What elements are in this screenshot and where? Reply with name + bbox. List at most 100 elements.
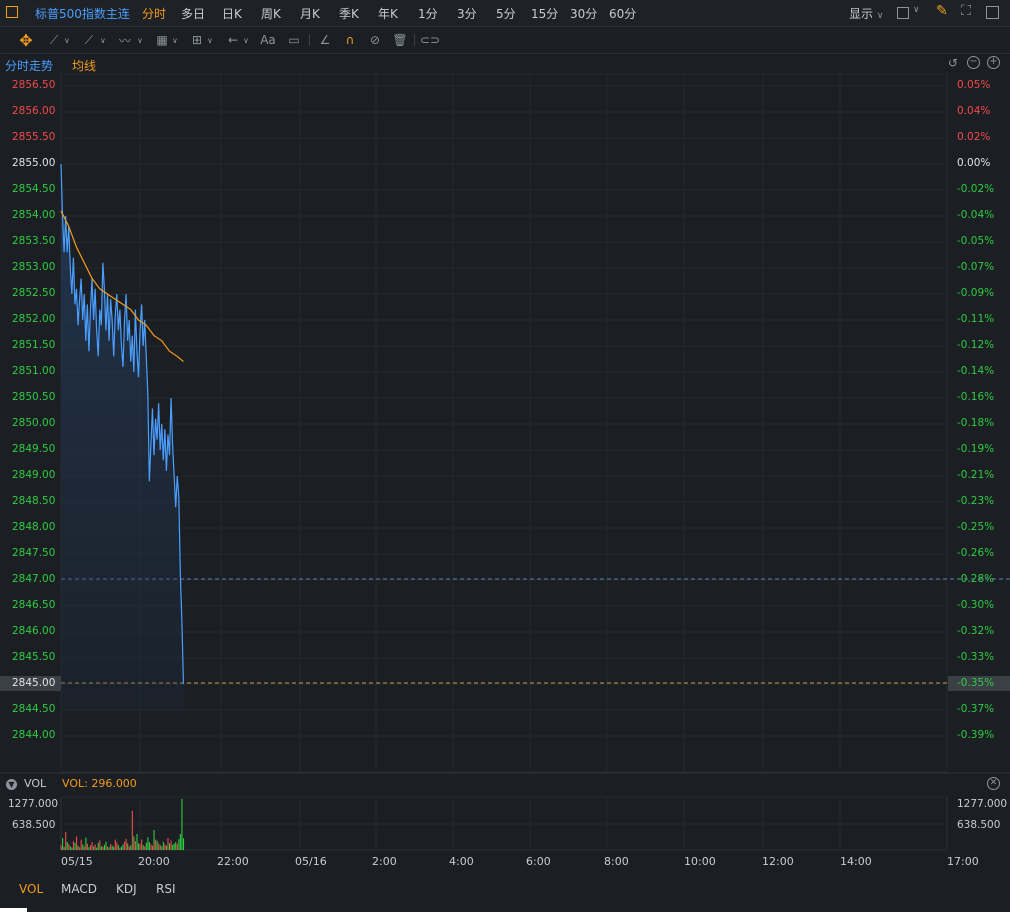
fullscreen-icon[interactable]: ⛶ — [961, 3, 971, 19]
wave-tool-icon[interactable]: 〰 — [116, 31, 134, 49]
volume-bar — [181, 799, 183, 850]
price-tick-label: 2850.50 — [12, 391, 56, 403]
price-tick-label: 2856.50 — [12, 79, 56, 91]
note-tool-icon[interactable]: ▭ — [285, 31, 303, 49]
arrow-tool-icon[interactable]: ← — [224, 31, 242, 49]
chevron-down-icon[interactable]: ∨ — [137, 36, 143, 45]
hide-icon[interactable]: ⊘ — [366, 31, 384, 49]
window-icon[interactable] — [986, 6, 999, 19]
volume-bar — [151, 845, 154, 850]
chevron-down-icon[interactable]: ∨ — [243, 36, 249, 45]
period-tab-3min[interactable]: 3分 — [457, 5, 477, 22]
vol-value: VOL: 296.000 — [62, 777, 137, 790]
period-tab-30min[interactable]: 30分 — [570, 5, 597, 22]
measure-tool-icon[interactable]: ▦ — [153, 31, 171, 49]
volume-bar — [65, 832, 67, 850]
volume-bar — [176, 844, 178, 850]
volume-bar — [159, 845, 161, 850]
fib-tool-icon[interactable]: ⊞ — [188, 31, 206, 49]
volume-bar — [158, 843, 160, 850]
period-tab-week[interactable]: 周K — [261, 5, 281, 22]
percent-tick-label: 0.02% — [957, 131, 991, 143]
zoom-out-icon[interactable]: − — [967, 56, 980, 69]
tab-macd[interactable]: MACD — [61, 882, 97, 896]
chevron-down-icon[interactable]: ∨ — [207, 36, 213, 45]
pencil-icon[interactable]: ✎ — [936, 3, 948, 19]
line-tool-icon[interactable]: ⟋ — [45, 31, 63, 49]
volume-bar — [150, 844, 152, 850]
volume-bar — [62, 838, 64, 850]
bottom-indicator — [0, 908, 27, 912]
chevron-down-icon[interactable]: ∨ — [913, 5, 920, 15]
chart-frame — [60, 73, 948, 773]
period-tab-15min[interactable]: 15分 — [531, 5, 558, 22]
volume-bar — [172, 844, 174, 850]
period-tab-60min[interactable]: 60分 — [609, 5, 636, 22]
volume-bar — [165, 845, 167, 850]
time-tick-label: 17:00 — [947, 855, 979, 868]
mode-label[interactable]: 分时走势 — [5, 57, 53, 74]
volume-bar — [97, 842, 99, 850]
percent-tick-label: 0.05% — [957, 79, 991, 91]
tab-rsi[interactable]: RSI — [156, 882, 176, 896]
price-tick-label: 2853.50 — [12, 235, 56, 247]
period-tab-month[interactable]: 月K — [300, 5, 320, 22]
chevron-down-icon[interactable]: ∨ — [64, 36, 70, 45]
tab-kdj[interactable]: KDJ — [116, 882, 137, 896]
layout-box-icon[interactable] — [897, 7, 909, 19]
period-tab-multiday[interactable]: 多日 — [181, 5, 205, 22]
time-tick-label: 10:00 — [684, 855, 716, 868]
collapse-icon[interactable]: ▼ — [6, 779, 17, 790]
volume-bar — [76, 836, 78, 850]
close-icon[interactable]: ✕ — [987, 777, 1000, 790]
volume-bar — [169, 843, 171, 850]
price-chart[interactable] — [0, 0, 1010, 912]
current-pct-tag: -0.35% — [948, 676, 1010, 691]
volume-bar — [72, 841, 74, 850]
percent-tick-label: -0.11% — [957, 313, 995, 325]
percent-tick-label: -0.16% — [957, 391, 995, 403]
volume-bar — [173, 843, 175, 850]
percent-tick-label: -0.39% — [957, 729, 995, 741]
price-tick-label: 2851.00 — [12, 365, 56, 377]
percent-tick-label: -0.26% — [957, 547, 995, 559]
move-cross-icon[interactable]: ✥ — [17, 31, 35, 50]
display-menu[interactable]: 显示 ∨ — [849, 5, 883, 22]
volume-bar — [107, 846, 109, 850]
volume-bar — [127, 843, 129, 850]
period-tab-5min[interactable]: 5分 — [496, 5, 516, 22]
percent-tick-label: 0.00% — [957, 157, 991, 169]
price-line — [60, 163, 185, 685]
pen-tool-icon[interactable]: ∠ — [316, 31, 334, 49]
percent-tick-label: -0.21% — [957, 469, 995, 481]
percent-tick-label: -0.23% — [957, 495, 995, 507]
magnet-icon[interactable]: ∩ — [341, 31, 359, 49]
price-tick-label: 2848.00 — [12, 521, 56, 533]
vol-max-label-right: 1277.000 — [957, 798, 1008, 810]
zoom-in-icon[interactable]: + — [987, 56, 1000, 69]
period-tab-fenshi[interactable]: 分时 — [142, 5, 166, 22]
time-tick-label: 2:00 — [372, 855, 397, 868]
volume-bar — [175, 842, 177, 850]
trash-icon[interactable]: 🗑 — [391, 31, 409, 49]
ma-label[interactable]: 均线 — [72, 57, 96, 74]
ray-tool-icon[interactable]: ⟋ — [80, 31, 98, 49]
chevron-down-icon[interactable]: ∨ — [172, 36, 178, 45]
chart-type-icon[interactable] — [6, 6, 18, 18]
link-icon[interactable]: ⊂⊃ — [420, 31, 440, 49]
volume-bar — [155, 839, 157, 850]
volume-bar — [141, 839, 143, 850]
period-tab-year[interactable]: 年K — [378, 5, 398, 22]
chevron-down-icon[interactable]: ∨ — [100, 36, 106, 45]
volume-bar — [130, 845, 132, 850]
period-tab-quarter[interactable]: 季K — [339, 5, 359, 22]
period-tab-1min[interactable]: 1分 — [418, 5, 438, 22]
tab-vol[interactable]: VOL — [19, 882, 43, 896]
text-tool-icon[interactable]: Aa — [259, 31, 277, 49]
period-tab-day[interactable]: 日K — [222, 5, 242, 22]
volume-bar — [83, 846, 85, 850]
instrument-title[interactable]: 标普500指数主连 — [35, 5, 130, 22]
volume-bar — [147, 837, 149, 850]
reset-icon[interactable]: ↺ — [948, 56, 958, 70]
volume-bar — [125, 838, 127, 850]
